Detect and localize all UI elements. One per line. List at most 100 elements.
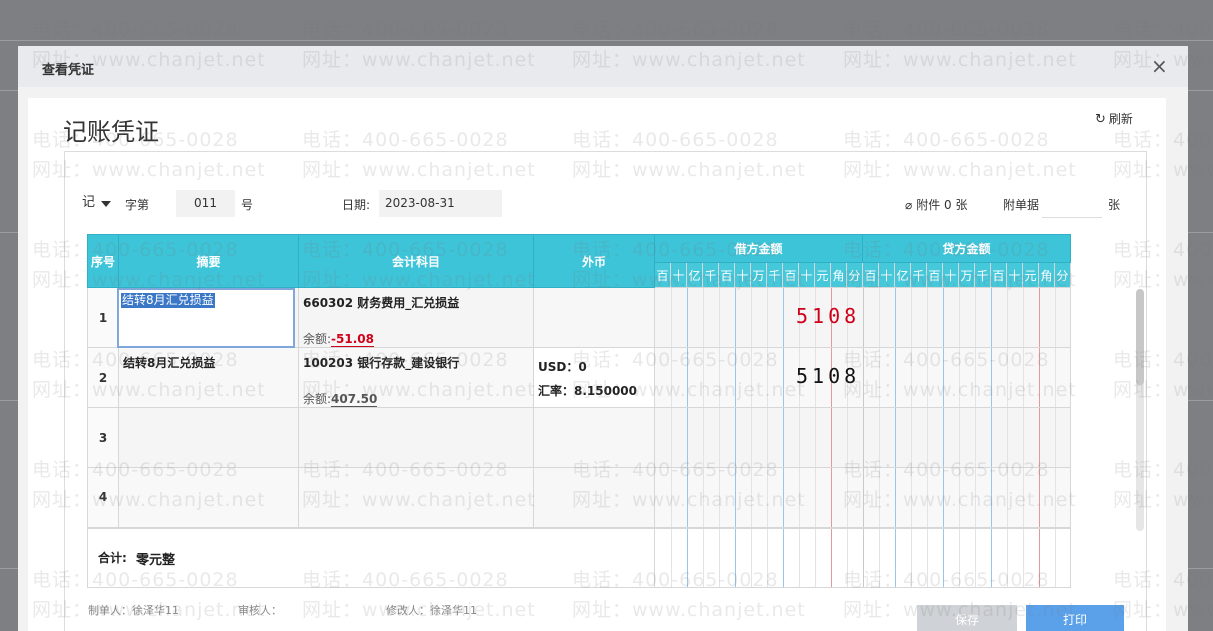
table-row[interactable]: 4 xyxy=(87,467,1071,528)
currency-cell[interactable] xyxy=(533,467,655,528)
voucher-number-input[interactable]: 011 xyxy=(176,190,235,217)
summary-cell[interactable] xyxy=(118,407,299,468)
digit-gridline xyxy=(671,528,672,587)
summary-text: 结转8月汇兑损益 xyxy=(121,293,215,308)
currency-cell[interactable]: USD：0 汇率：8.150000 xyxy=(533,347,655,408)
digit-gridline xyxy=(735,408,736,467)
digit-gridline xyxy=(1055,528,1056,587)
close-icon[interactable]: × xyxy=(1151,55,1168,77)
row-seq: 4 xyxy=(87,467,119,528)
digit-gridline xyxy=(687,348,688,407)
balance-value: 407.50 xyxy=(331,392,378,407)
balance-label: 余额: xyxy=(303,392,332,406)
digit-gridline xyxy=(959,528,960,587)
account-cell[interactable] xyxy=(298,467,534,528)
digit-gridline xyxy=(719,528,720,587)
summary-cell[interactable] xyxy=(118,467,299,528)
digit-gridline xyxy=(895,468,896,527)
digit-gridline xyxy=(1023,288,1024,347)
digit-gridline xyxy=(735,288,736,347)
digit-gridline xyxy=(879,408,880,467)
attach-docs-input[interactable] xyxy=(1042,192,1102,218)
summary-cell[interactable]: 结转8月汇兑损益 xyxy=(118,347,299,408)
account-name: 660302 财务费用_汇兑损益 xyxy=(303,296,460,310)
attachment-link[interactable]: ⌀ 附件 0 张 xyxy=(905,196,968,213)
save-button[interactable]: 保存 xyxy=(917,605,1017,631)
reviewer-label: 审核人： xyxy=(238,604,282,617)
digit-gridline xyxy=(975,348,976,407)
digit-gridline xyxy=(735,348,736,407)
digit-gridline xyxy=(863,288,864,347)
digit-gridline xyxy=(927,348,928,407)
digit-gridline xyxy=(1055,288,1056,347)
voucher-type-select[interactable]: 记 xyxy=(77,191,115,215)
digit-gridline xyxy=(687,528,688,587)
digit-gridline xyxy=(975,408,976,467)
view-voucher-dialog: 查看凭证 × 记账凭证 ↻ 刷新 记 字第 011 号 日期: 2023-08-3… xyxy=(18,46,1188,631)
date-input[interactable]: 2023-08-31 xyxy=(379,190,502,217)
amount-cells[interactable] xyxy=(654,467,1071,528)
dialog-title: 查看凭证 xyxy=(42,63,95,78)
attach-docs-unit: 张 xyxy=(1108,198,1121,212)
row-seq: 2 xyxy=(87,347,119,408)
digit-gridline xyxy=(1007,528,1008,587)
digit-gridline xyxy=(783,468,784,527)
number-suffix: 号 xyxy=(241,198,254,212)
credit-unit-8: 百 xyxy=(990,262,1007,288)
debit-amount: 5108 xyxy=(796,364,861,388)
digit-gridline xyxy=(1039,408,1040,467)
amount-cells[interactable] xyxy=(654,407,1071,468)
voucher-heading: 记账凭证 xyxy=(63,118,159,146)
digit-gridline xyxy=(719,408,720,467)
digit-gridline xyxy=(943,468,944,527)
dialog-header: 查看凭证 × xyxy=(18,46,1188,87)
digit-gridline xyxy=(703,288,704,347)
summary-editor[interactable]: 结转8月汇兑损益 xyxy=(117,288,295,348)
credit-unit-9: 十 xyxy=(1006,262,1023,288)
table-row[interactable]: 1 结转8月汇兑损益 660302 财务费用_汇兑损益 余额:-51.08 51… xyxy=(87,287,1071,348)
balance: 余额:-51.08 xyxy=(303,330,374,347)
digit-gridline xyxy=(927,528,928,587)
modifier-info: 修改人：徐泽华11 xyxy=(386,602,477,618)
digit-gridline xyxy=(751,348,752,407)
digit-gridline xyxy=(1039,528,1040,587)
credit-unit-7: 千 xyxy=(974,262,991,288)
table-row[interactable]: 2 结转8月汇兑损益 100203 银行存款_建设银行 余额:407.50 US… xyxy=(87,347,1071,408)
credit-unit-2: 亿 xyxy=(894,262,911,288)
account-cell[interactable] xyxy=(298,407,534,468)
reviewer-info: 审核人： xyxy=(238,602,282,618)
digit-gridline xyxy=(895,528,896,587)
header-seq: 序号 xyxy=(87,234,119,288)
amount-cells[interactable]: 5108 xyxy=(654,287,1071,348)
table-row[interactable]: 3 xyxy=(87,407,1071,468)
digit-gridline xyxy=(767,408,768,467)
digit-gridline xyxy=(927,468,928,527)
debit-unit-6: 万 xyxy=(750,262,767,288)
debit-unit-12: 分 xyxy=(846,262,863,288)
amount-cells[interactable]: 5108 xyxy=(654,347,1071,408)
digit-gridline xyxy=(687,408,688,467)
digit-gridline xyxy=(751,408,752,467)
voucher-entry-table: 序号 摘要 会计科目 外币 借方金额 贷方金额 百十亿千百十万千百十元角分百十亿… xyxy=(87,234,1071,588)
digit-gridline xyxy=(847,468,848,527)
digit-gridline xyxy=(895,408,896,467)
digit-gridline xyxy=(959,408,960,467)
scrollbar-thumb[interactable] xyxy=(1136,289,1144,385)
vertical-scrollbar[interactable] xyxy=(1136,289,1144,531)
credit-unit-5: 十 xyxy=(942,262,959,288)
credit-unit-6: 万 xyxy=(958,262,975,288)
summary-cell[interactable]: 结转8月汇兑损益 xyxy=(117,287,299,348)
account-cell[interactable]: 660302 财务费用_汇兑损益 余额:-51.08 xyxy=(298,287,534,348)
voucher-frame: 记 字第 011 号 日期: 2023-08-31 ⌀ 附件 0 张 附单据 张 … xyxy=(64,151,1147,631)
digit-gridline xyxy=(975,528,976,587)
print-button[interactable]: 打印 xyxy=(1026,605,1124,631)
account-name: 100203 银行存款_建设银行 xyxy=(303,356,460,370)
digit-gridline xyxy=(863,348,864,407)
digit-gridline xyxy=(991,288,992,347)
total-cell: 合计: 零元整 xyxy=(87,526,655,588)
refresh-button[interactable]: ↻ 刷新 xyxy=(1095,110,1133,127)
currency-cell[interactable] xyxy=(533,287,655,348)
digit-gridline xyxy=(1055,408,1056,467)
account-cell[interactable]: 100203 银行存款_建设银行 余额:407.50 xyxy=(298,347,534,408)
currency-cell[interactable] xyxy=(533,407,655,468)
